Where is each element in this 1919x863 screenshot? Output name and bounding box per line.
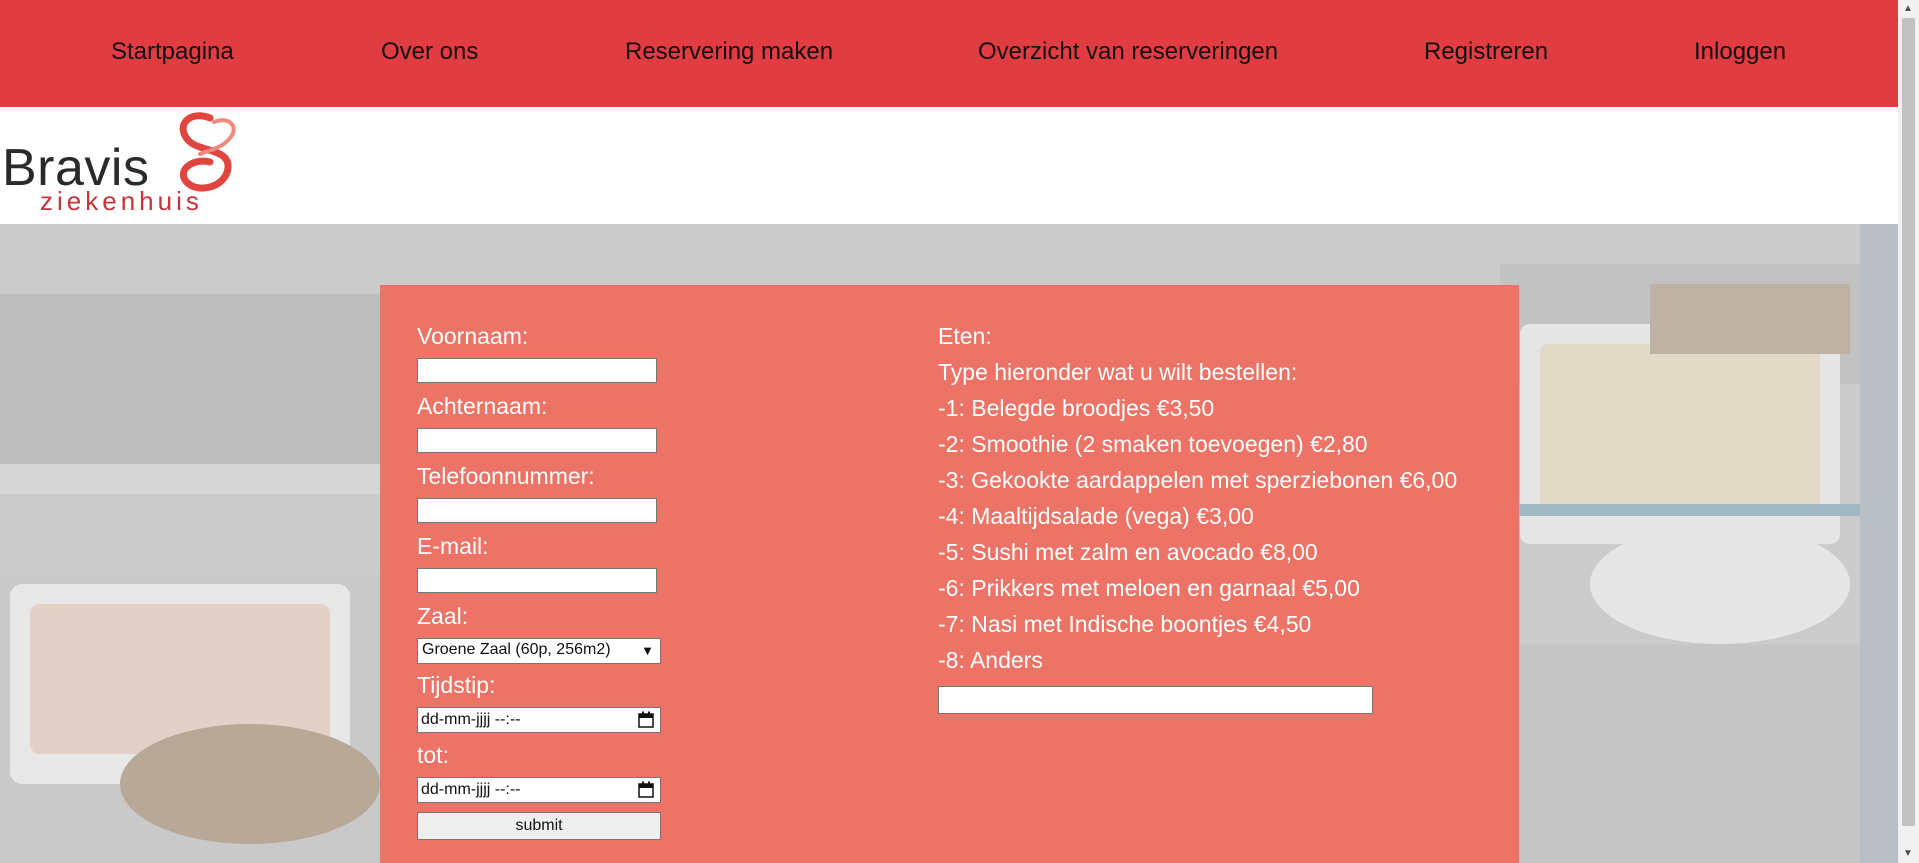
- nav-inloggen[interactable]: Inloggen: [1694, 38, 1786, 66]
- nav-reservering-maken[interactable]: Reservering maken: [625, 38, 833, 66]
- nav-startpagina[interactable]: Startpagina: [111, 38, 234, 66]
- time-placeholder: dd-mm-jjjj --:--: [421, 711, 521, 728]
- lastname-input[interactable]: [417, 428, 657, 453]
- food-item: -6: Prikkers met meloen en garnaal €5,00: [938, 575, 1360, 601]
- logo-swirl-icon: [179, 112, 236, 192]
- calendar-icon[interactable]: [638, 781, 654, 798]
- nav-overzicht-reserveringen[interactable]: Overzicht van reserveringen: [978, 38, 1278, 66]
- bravis-logo[interactable]: Bravis ziekenhuis: [0, 110, 245, 216]
- submit-button[interactable]: submit: [417, 812, 661, 840]
- food-item: -1: Belegde broodjes €3,50: [938, 395, 1215, 421]
- firstname-label: Voornaam:: [417, 323, 529, 349]
- nav-registreren[interactable]: Registreren: [1424, 38, 1548, 66]
- food-item: -8: Anders: [938, 647, 1043, 673]
- firstname-input[interactable]: [417, 358, 657, 383]
- until-label: tot:: [417, 742, 449, 768]
- scrollbar-thumb[interactable]: [1902, 18, 1915, 826]
- scroll-down-icon[interactable]: ▼: [1903, 848, 1913, 859]
- time-label: Tijdstip:: [417, 672, 496, 698]
- email-label: E-mail:: [417, 533, 489, 559]
- time-datetime-input[interactable]: dd-mm-jjjj --:--: [417, 707, 661, 733]
- food-item: -2: Smoothie (2 smaken toevoegen) €2,80: [938, 431, 1368, 457]
- until-datetime-input[interactable]: dd-mm-jjjj --:--: [417, 777, 661, 803]
- chevron-down-icon: ▼: [641, 643, 654, 658]
- room-select[interactable]: Groene Zaal (60p, 256m2) ▼: [417, 638, 661, 664]
- calendar-icon[interactable]: [638, 711, 654, 728]
- phone-label: Telefoonnummer:: [417, 463, 595, 489]
- lastname-label: Achternaam:: [417, 393, 548, 419]
- logo-band: [0, 107, 1898, 224]
- until-placeholder: dd-mm-jjjj --:--: [421, 781, 521, 798]
- food-item: -4: Maaltijdsalade (vega) €3,00: [938, 503, 1254, 529]
- scroll-up-icon[interactable]: ▲: [1903, 3, 1913, 14]
- food-item: -7: Nasi met Indische boontjes €4,50: [938, 611, 1312, 637]
- reservation-form-panel: Voornaam: Achternaam: Telefoonnummer: E-…: [380, 285, 1519, 863]
- room-label: Zaal:: [417, 603, 469, 629]
- food-instruction: Type hieronder wat u wilt bestellen:: [938, 359, 1298, 385]
- food-title: Eten:: [938, 323, 992, 349]
- top-navigation: Startpagina Over ons Reservering maken O…: [0, 0, 1898, 107]
- nav-over-ons[interactable]: Over ons: [381, 38, 478, 66]
- food-item: -3: Gekookte aardappelen met sperziebone…: [938, 467, 1458, 493]
- phone-input[interactable]: [417, 498, 657, 523]
- food-order-input[interactable]: [938, 686, 1373, 714]
- food-item: -5: Sushi met zalm en avocado €8,00: [938, 539, 1318, 565]
- email-input[interactable]: [417, 568, 657, 593]
- room-select-value: Groene Zaal (60p, 256m2): [422, 641, 611, 658]
